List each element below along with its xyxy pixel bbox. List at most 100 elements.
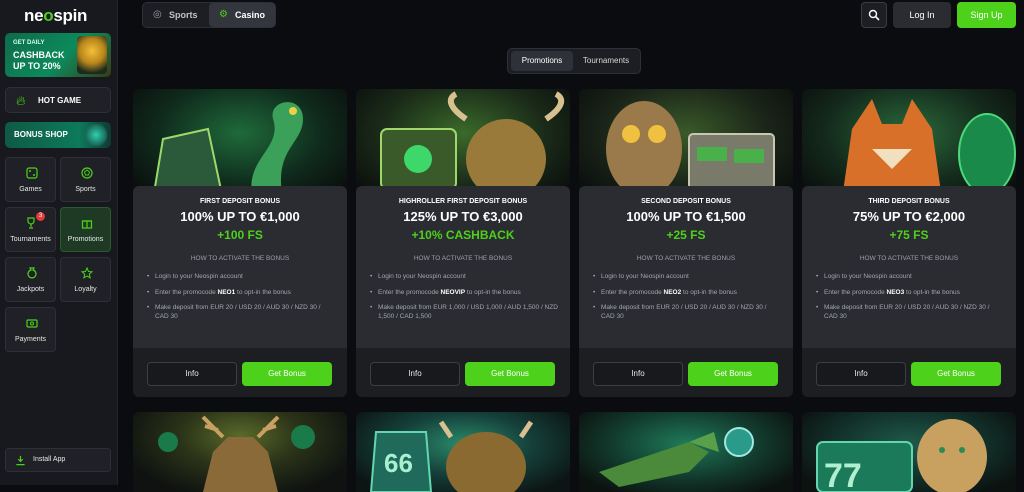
install-app-label: Install App	[33, 456, 66, 463]
crocodile-art[interactable]	[579, 412, 793, 492]
bull-treasure-art-image	[380, 91, 565, 199]
step-login: Login to your Neospin account	[593, 273, 781, 282]
fox-treasure-art	[802, 89, 1016, 199]
promo-card-panel: SECOND DEPOSIT BONUS 100% UP TO €1,500 +25…	[579, 186, 793, 348]
bonus-extra: +25 FS	[666, 228, 706, 242]
sidebar-item-promotions[interactable]: Promotions	[60, 207, 111, 252]
casino-tab[interactable]: ⚙︎ Casino	[209, 3, 275, 27]
crocodile-image	[599, 427, 754, 487]
step-promocode: Enter the promocode NEO2 to opt-in the b…	[593, 289, 781, 298]
step-promocode: Enter the promocode NEO1 to opt-in the b…	[147, 289, 335, 298]
hot-game-label: HOT GAME	[38, 96, 82, 105]
search-button[interactable]	[861, 2, 887, 28]
activation-steps: Login to your Neospin account Enter the p…	[147, 273, 335, 328]
bonus-headline: 75% UP TO €2,000	[852, 209, 966, 224]
promo-card: SECOND DEPOSIT BONUS 100% UP TO €1,500 +25…	[579, 89, 793, 397]
sidebar-item-loyalty[interactable]: Loyalty	[60, 257, 111, 302]
leopard-slots-art[interactable]: 77	[802, 412, 1016, 492]
hot-game-button[interactable]: 🔥︎ HOT GAME	[5, 87, 111, 113]
snake-treasure-art-image	[151, 102, 303, 200]
sidebar-item-label: Tournaments	[10, 236, 51, 243]
bonus-headline: 125% UP TO €3,000	[403, 209, 523, 224]
sidebar-item-games[interactable]: Games	[5, 157, 56, 202]
info-button[interactable]: Info	[147, 362, 237, 386]
sidebar-item-sports[interactable]: Sports	[60, 157, 111, 202]
casino-tab-label: Casino	[235, 10, 266, 20]
fox-treasure-art-image	[842, 99, 1016, 199]
owl-treasure-art-image	[606, 101, 775, 197]
bonus-extra: +75 FS	[889, 228, 929, 242]
owl-treasure-art	[579, 89, 793, 199]
sidebar-item-label: Loyalty	[74, 286, 97, 293]
cashback-line2: CASHBACK	[13, 50, 65, 60]
get-bonus-button[interactable]: Get Bonus	[911, 362, 1001, 386]
chip-icon: ⚙︎	[219, 9, 228, 20]
promo-card: FIRST DEPOSIT BONUS 100% UP TO €1,000 +100…	[133, 89, 347, 397]
tournaments-badge: 3	[36, 212, 45, 221]
search-icon	[868, 9, 880, 21]
promo-card-panel: THIRD DEPOSIT BONUS 75% UP TO €2,000 +75 F…	[802, 186, 1016, 348]
flame-icon: 🔥︎	[16, 93, 26, 108]
activation-heading: HOW TO ACTIVATE THE BONUS	[636, 255, 736, 262]
install-app-button[interactable]: Install App	[5, 448, 111, 472]
sidebar-item-label: Sports	[75, 186, 96, 193]
trophy-icon	[27, 217, 35, 229]
dice-icon	[26, 167, 38, 179]
snake-treasure-art	[133, 89, 347, 200]
cashback-line1: GET DAILY	[13, 40, 45, 46]
step-deposit: Make deposit from EUR 20 / USD 20 / AUD …	[816, 304, 1004, 321]
sidebar: neospin GET DAILY CASHBACK UP TO 20% 🔥︎ …	[0, 0, 118, 485]
ball-icon: ◎	[153, 9, 162, 20]
bison-route66-art[interactable]: 66	[356, 412, 570, 492]
login-button[interactable]: Log In	[893, 2, 951, 28]
promo-card: THIRD DEPOSIT BONUS 75% UP TO €2,000 +75 F…	[802, 89, 1016, 397]
promo-card: HIGHROLLER FIRST DEPOSIT BONUS 125% UP TO…	[356, 89, 570, 397]
bonus-headline: 100% UP TO €1,500	[626, 209, 746, 224]
deer-art-image	[158, 415, 315, 492]
signup-button[interactable]: Sign Up	[957, 2, 1016, 28]
promocode: NEO3	[886, 288, 905, 296]
info-button[interactable]: Info	[370, 362, 460, 386]
sidebar-item-jackpots[interactable]: Jackpots	[5, 257, 56, 302]
promo-card-panel: HIGHROLLER FIRST DEPOSIT BONUS 125% UP TO…	[356, 186, 570, 348]
sidebar-item-label: Jackpots	[16, 286, 45, 293]
info-button[interactable]: Info	[593, 362, 683, 386]
download-icon	[16, 455, 25, 466]
bonus-extra: +100 FS	[217, 228, 263, 242]
step-promocode: Enter the promocode NEOVIP to opt-in the…	[370, 289, 558, 298]
cashback-banner[interactable]: GET DAILY CASHBACK UP TO 20%	[5, 33, 111, 77]
bonus-kicker: FIRST DEPOSIT BONUS	[199, 198, 281, 205]
sidebar-item-tournaments[interactable]: 3 Tournaments	[5, 207, 56, 252]
section-switcher: ◎ Sports ⚙︎ Casino	[142, 2, 276, 28]
tab-promotions[interactable]: Promotions	[511, 51, 573, 71]
info-button[interactable]: Info	[816, 362, 906, 386]
bonus-headline: 100% UP TO €1,000	[180, 209, 300, 224]
sidebar-item-payments[interactable]: Payments	[5, 307, 56, 352]
step-deposit: Make deposit from EUR 20 / USD 20 / AUD …	[593, 304, 781, 321]
svg-text:66: 66	[384, 448, 413, 478]
promocode: NEOVIP	[440, 288, 466, 296]
deer-art[interactable]	[133, 412, 347, 492]
bull-treasure-art	[356, 89, 570, 199]
sports-tab[interactable]: ◎ Sports	[143, 3, 209, 27]
sidebar-item-label: Promotions	[67, 236, 104, 243]
get-bonus-button[interactable]: Get Bonus	[242, 362, 332, 386]
neospin-logo[interactable]: neospin	[24, 6, 87, 26]
tab-tournaments[interactable]: Tournaments	[575, 51, 637, 71]
step-login: Login to your Neospin account	[816, 273, 1004, 282]
get-bonus-button[interactable]: Get Bonus	[465, 362, 555, 386]
bonus-shop-label: BONUS SHOP	[14, 130, 68, 139]
activation-steps: Login to your Neospin account Enter the p…	[370, 273, 558, 328]
sidebar-item-label: Payments	[14, 336, 47, 343]
step-deposit: Make deposit from EUR 20 / USD 20 / AUD …	[147, 304, 335, 321]
leopard-slots-image: 77	[816, 419, 987, 492]
bonus-shop-banner[interactable]: BONUS SHOP	[5, 122, 111, 148]
bonus-kicker: THIRD DEPOSIT BONUS	[868, 198, 950, 205]
step-login: Login to your Neospin account	[370, 273, 558, 282]
promocode: NEO1	[217, 288, 236, 296]
top-bar: ◎ Sports ⚙︎ Casino Log In Sign Up	[119, 0, 1024, 30]
step-promocode: Enter the promocode NEO3 to opt-in the b…	[816, 289, 1004, 298]
get-bonus-button[interactable]: Get Bonus	[688, 362, 778, 386]
promocode: NEO2	[663, 288, 682, 296]
activation-steps: Login to your Neospin account Enter the p…	[593, 273, 781, 328]
